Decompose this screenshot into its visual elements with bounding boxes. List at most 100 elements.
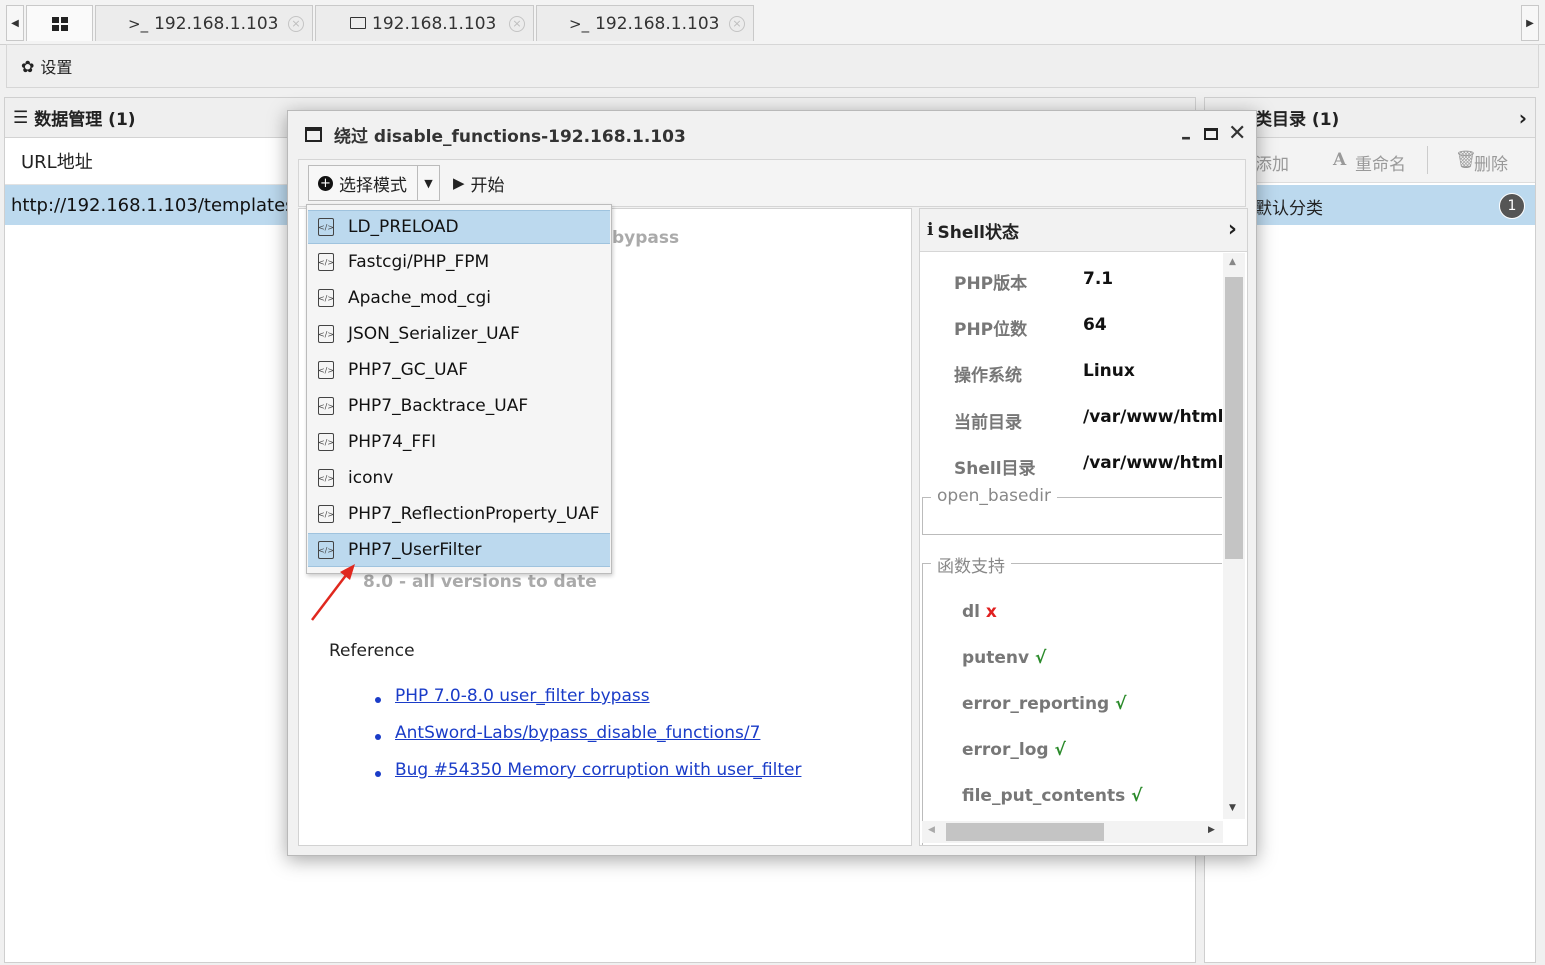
minimize-icon[interactable]: – [1181,125,1191,149]
mode-option[interactable]: </> LD_PRELOAD [308,210,610,244]
bullet [375,771,381,777]
dialog-title: 绕过 disable_functions-192.168.1.103 [334,126,686,147]
mode-option[interactable]: </> Fastcgi/PHP_FPM [308,245,610,279]
code-file-icon: </> [318,218,334,236]
mode-option[interactable]: </> Apache_mod_cgi [308,281,610,315]
window-icon [305,126,322,142]
open-basedir-legend: open_basedir [931,486,1057,506]
scroll-up-arrow[interactable]: ▲ [1229,257,1236,267]
scroll-left-arrow[interactable]: ◀ [928,825,935,835]
tab-terminal-2[interactable]: >_ 192.168.1.103 × [536,5,754,41]
dialog-titlebar[interactable]: 绕过 disable_functions-192.168.1.103 – ✕ [288,111,1256,157]
bullet [375,697,381,703]
horizontal-scrollbar[interactable]: ◀ ▶ [922,821,1223,843]
current-dir-label: 当前目录 [954,413,1022,433]
mode-option[interactable]: </> PHP7_GC_UAF [308,353,610,387]
category-name: 默认分类 [1255,199,1323,219]
mode-option-label: PHP7_ReflectionProperty_UAF [348,504,600,524]
functions-legend: 函数支持 [931,552,1011,577]
php-version-label: PHP版本 [954,274,1028,294]
delete-button[interactable]: 删除 [1474,150,1508,175]
mode-option-label: PHP74_FFI [348,432,436,452]
tab-terminal-1[interactable]: >_ 192.168.1.103 × [95,5,313,41]
toolbar-divider [1427,146,1428,174]
start-label: 开始 [470,175,505,196]
select-mode-label: 选择模式 [339,175,407,196]
scrollbar-thumb[interactable] [946,823,1104,841]
tab-label: 192.168.1.103 [595,13,720,34]
url-cell: http://192.168.1.103/templates/ [11,194,301,216]
annotation-arrow-icon [311,564,355,621]
terminal-icon: >_ [128,14,149,33]
code-file-icon: </> [318,397,334,415]
add-button[interactable]: 添加 [1255,150,1289,175]
count-badge: 1 [1499,193,1525,219]
play-icon: ▶ [453,174,465,192]
list-icon: ☰ [13,107,29,128]
mode-option-label: Apache_mod_cgi [348,288,492,308]
function-item: error_log √ [962,740,1066,760]
mode-option-label: PHP7_Backtrace_UAF [348,396,529,416]
settings-bar: ✿ 设置 [6,44,1539,88]
mode-option-label: PHP7_UserFilter [348,540,482,560]
tab-scroll-right-arrow[interactable]: ▶ [1521,5,1539,41]
tab-label: 192.168.1.103 [372,13,497,34]
shell-dir-label: Shell目录 [954,459,1036,479]
close-icon[interactable]: ✕ [1228,121,1246,146]
caret-down-icon: ▼ [424,176,433,190]
rename-button[interactable]: 重命名 [1355,150,1406,175]
terminal-icon: >_ [569,14,590,33]
code-file-icon: </> [318,325,334,343]
reference-link-2[interactable]: AntSword-Labs/bypass_disable_functions/7 [395,723,760,743]
reference-link-3[interactable]: Bug #54350 Memory corruption with user_f… [395,760,801,780]
code-file-icon: </> [318,469,334,487]
mode-option[interactable]: </> PHP7_Backtrace_UAF [308,389,610,423]
code-file-icon: </> [318,361,334,379]
select-mode-dropdown-arrow[interactable]: ▼ [418,165,440,201]
chevron-right-icon[interactable]: › [1228,217,1237,242]
data-panel-title: 数据管理 (1) [34,110,136,130]
mode-option-label: PHP7_GC_UAF [348,360,468,380]
current-dir-value: /var/www/html [1083,407,1224,427]
settings-label[interactable]: 设置 [40,54,72,78]
mode-option[interactable]: </> JSON_Serializer_UAF [308,317,610,351]
mode-option-label: JSON_Serializer_UAF [348,324,520,344]
tab-home[interactable] [26,5,93,41]
tab-scroll-left-arrow[interactable]: ◀ [6,5,24,41]
reference-link-1[interactable]: PHP 7.0-8.0 user_filter bypass [395,686,650,706]
close-icon[interactable]: × [729,16,745,32]
os-label: 操作系统 [954,366,1022,386]
function-item: error_reporting √ [962,694,1127,714]
tab-file-manager[interactable]: 192.168.1.103 × [315,5,534,41]
mode-option-label: LD_PRELOAD [348,217,459,237]
vertical-scrollbar[interactable]: ▲ ▼ [1223,253,1245,819]
maximize-icon[interactable] [1204,128,1218,140]
function-item: dl x [962,602,997,622]
function-item: putenv √ [962,648,1047,668]
shell-status-header: i Shell状态 › [920,209,1247,252]
plus-circle-icon: + [318,175,333,191]
code-file-icon: </> [318,433,334,451]
close-icon[interactable]: × [288,16,304,32]
tab-bar: ◀ >_ 192.168.1.103 × 192.168.1.103 × >_ … [0,0,1545,45]
scroll-down-arrow[interactable]: ▼ [1229,803,1236,813]
select-mode-button[interactable]: + 选择模式 [308,165,418,201]
close-icon[interactable]: × [509,16,525,32]
mode-option[interactable]: </> PHP74_FFI [308,425,610,459]
mode-option[interactable]: </> PHP7_ReflectionProperty_UAF [308,497,610,531]
chevron-right-icon[interactable]: › [1519,106,1527,130]
reference-heading: Reference [329,641,415,661]
mode-option-label: iconv [348,468,394,488]
gear-icon[interactable]: ✿ [21,57,34,76]
tab-label: 192.168.1.103 [154,13,279,34]
affected-versions: 8.0 - all versions to date [363,572,597,592]
code-file-icon: </> [318,541,334,559]
open-basedir-fieldset: open_basedir [922,486,1222,535]
scroll-right-arrow[interactable]: ▶ [1208,825,1215,835]
scrollbar-thumb[interactable] [1225,277,1243,559]
shell-status-pane: i Shell状态 › PHP版本 7.1 PHP位数 64 操作系统 Linu… [919,208,1248,846]
php-version-value: 7.1 [1083,269,1114,289]
mode-option[interactable]: </> iconv [308,461,610,495]
code-file-icon: </> [318,253,334,271]
start-button[interactable]: ▶ 开始 [453,165,505,201]
